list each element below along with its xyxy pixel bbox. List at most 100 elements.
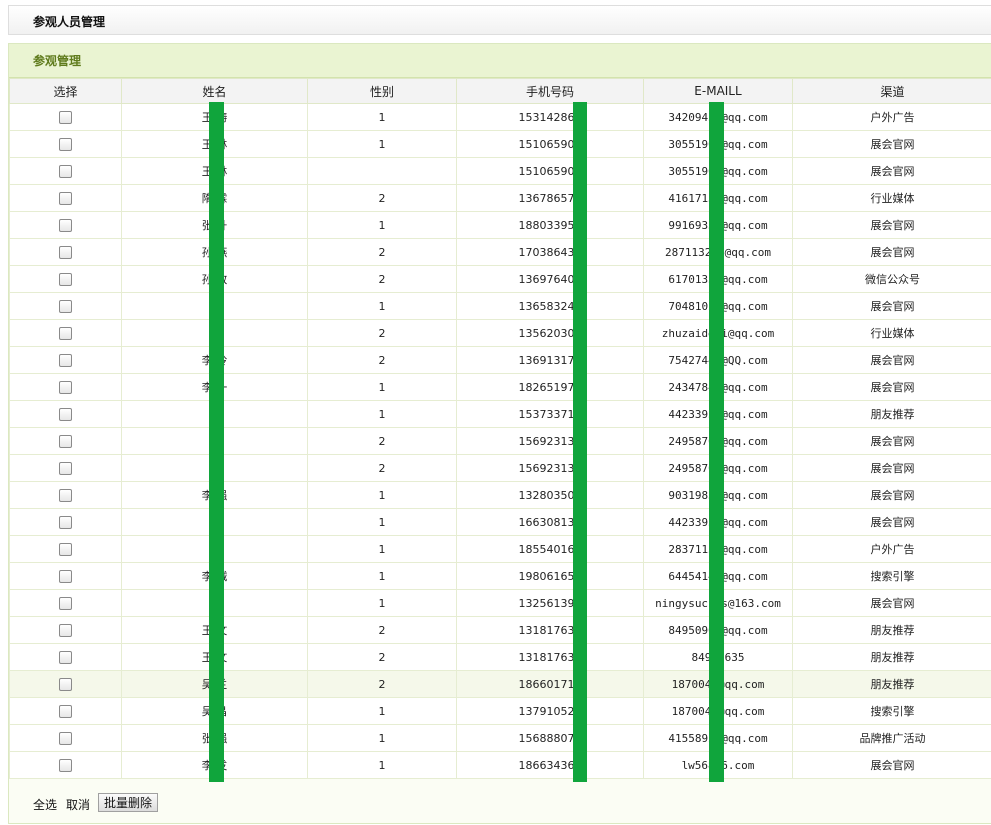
- cell-phone: 151065905: [457, 158, 644, 185]
- row-checkbox[interactable]: [59, 111, 72, 124]
- table-row: 优 2135620306zhuzaide i@qq.com行业媒体: [10, 320, 991, 347]
- cell-channel: 展会官网: [793, 509, 991, 536]
- row-checkbox[interactable]: [59, 732, 72, 745]
- row-checkbox[interactable]: [59, 759, 72, 772]
- row-checkbox[interactable]: [59, 381, 72, 394]
- cell-gender: 1: [308, 374, 457, 401]
- cell-gender: 1: [308, 698, 457, 725]
- cancel-selection-link[interactable]: 取消: [66, 796, 90, 813]
- select-all-link[interactable]: 全选: [33, 796, 57, 813]
- cell-channel: 朋友推荐: [793, 644, 991, 671]
- row-checkbox[interactable]: [59, 543, 72, 556]
- cell-gender: 2: [308, 266, 457, 293]
- cell-select: [10, 428, 122, 455]
- cell-phone: 156923135: [457, 428, 644, 455]
- cell-gender: 1: [308, 131, 457, 158]
- cell-channel: 展会官网: [793, 347, 991, 374]
- visitor-table: 选择 姓名 性别 手机号码 E-MAILL 渠道 王 涛115314286234…: [9, 78, 991, 779]
- cell-select: [10, 482, 122, 509]
- cell-phone: 136786575: [457, 185, 644, 212]
- col-header-phone: 手机号码: [457, 79, 644, 104]
- cell-gender: 1: [308, 104, 457, 131]
- cell-channel: 朋友推荐: [793, 671, 991, 698]
- table-row: 孙 敬21369764076170135 @qq.com微信公众号: [10, 266, 991, 293]
- row-checkbox[interactable]: [59, 138, 72, 151]
- cell-select: [10, 212, 122, 239]
- cell-gender: 1: [308, 536, 457, 563]
- cell-gender: 2: [308, 428, 457, 455]
- row-checkbox[interactable]: [59, 678, 72, 691]
- row-checkbox[interactable]: [59, 597, 72, 610]
- row-checkbox[interactable]: [59, 408, 72, 421]
- cell-channel: 展会官网: [793, 428, 991, 455]
- cell-gender: 2: [308, 644, 457, 671]
- cell-gender: 2: [308, 455, 457, 482]
- table-row: 王 文2131817632849 9635朋友推荐: [10, 644, 991, 671]
- cell-select: [10, 158, 122, 185]
- row-checkbox[interactable]: [59, 705, 72, 718]
- cell-select: [10, 752, 122, 779]
- page-header: 参观人员管理: [8, 5, 991, 35]
- cell-phone: 186601715: [457, 671, 644, 698]
- cell-channel: 微信公众号: [793, 266, 991, 293]
- cell-phone: 135620306: [457, 320, 644, 347]
- cell-phone: 131817632: [457, 644, 644, 671]
- cell-channel: 户外广告: [793, 536, 991, 563]
- table-row: 吴 兰2186601715187004 @qq.com朋友推荐: [10, 671, 991, 698]
- row-checkbox[interactable]: [59, 246, 72, 259]
- cell-channel: 展会官网: [793, 590, 991, 617]
- table-row: 李 强11328035089031983 @qq.com展会官网: [10, 482, 991, 509]
- cell-select: [10, 455, 122, 482]
- cell-gender: 2: [308, 320, 457, 347]
- cell-channel: 展会官网: [793, 455, 991, 482]
- cell-phone: 132803508: [457, 482, 644, 509]
- row-checkbox[interactable]: [59, 462, 72, 475]
- cell-gender: 1: [308, 293, 457, 320]
- row-checkbox[interactable]: [59, 273, 72, 286]
- cell-gender: 2: [308, 239, 457, 266]
- cell-phone: 137910521: [457, 698, 644, 725]
- table-row: 李 发1186634365lw568 6.com展会官网: [10, 752, 991, 779]
- cell-channel: 品牌推广活动: [793, 725, 991, 752]
- cell-select: [10, 590, 122, 617]
- row-checkbox[interactable]: [59, 570, 72, 583]
- col-header-channel: 渠道: [793, 79, 991, 104]
- cell-gender: 1: [308, 563, 457, 590]
- row-checkbox[interactable]: [59, 165, 72, 178]
- cell-channel: 展会官网: [793, 374, 991, 401]
- cell-phone: 170386437: [457, 239, 644, 266]
- cell-select: [10, 536, 122, 563]
- cell-phone: 182651979: [457, 374, 644, 401]
- cell-phone: 151065905: [457, 131, 644, 158]
- cell-select: [10, 104, 122, 131]
- cell-gender: 1: [308, 752, 457, 779]
- cell-channel: 户外广告: [793, 104, 991, 131]
- cell-gender: 2: [308, 671, 457, 698]
- panel-header: 参观管理: [9, 44, 991, 78]
- table-row: 王 林11510659053055190 @qq.com展会官网: [10, 131, 991, 158]
- row-checkbox[interactable]: [59, 327, 72, 340]
- row-checkbox[interactable]: [59, 435, 72, 448]
- row-checkbox[interactable]: [59, 300, 72, 313]
- batch-delete-button[interactable]: 批量删除: [98, 793, 158, 812]
- row-checkbox[interactable]: [59, 489, 72, 502]
- col-header-gender: 性别: [308, 79, 457, 104]
- cell-channel: 展会官网: [793, 158, 991, 185]
- row-checkbox[interactable]: [59, 651, 72, 664]
- cell-channel: 展会官网: [793, 293, 991, 320]
- cell-channel: 展会官网: [793, 239, 991, 266]
- row-checkbox[interactable]: [59, 516, 72, 529]
- cell-channel: 朋友推荐: [793, 401, 991, 428]
- table-body: 王 涛11531428623420942 @qq.com户外广告王 林11510…: [10, 104, 991, 779]
- row-checkbox[interactable]: [59, 219, 72, 232]
- row-checkbox[interactable]: [59, 624, 72, 637]
- cell-select: [10, 266, 122, 293]
- cell-gender: 1: [308, 725, 457, 752]
- visitor-panel: 参观管理 选择 姓名 性别 手机号码 E-MAILL 渠道 王 涛1153142…: [8, 43, 991, 824]
- row-checkbox[interactable]: [59, 192, 72, 205]
- cell-channel: 展会官网: [793, 131, 991, 158]
- cell-phone: 166308133: [457, 509, 644, 536]
- redaction-bar-name: [209, 102, 224, 782]
- row-checkbox[interactable]: [59, 354, 72, 367]
- cell-gender: 1: [308, 590, 457, 617]
